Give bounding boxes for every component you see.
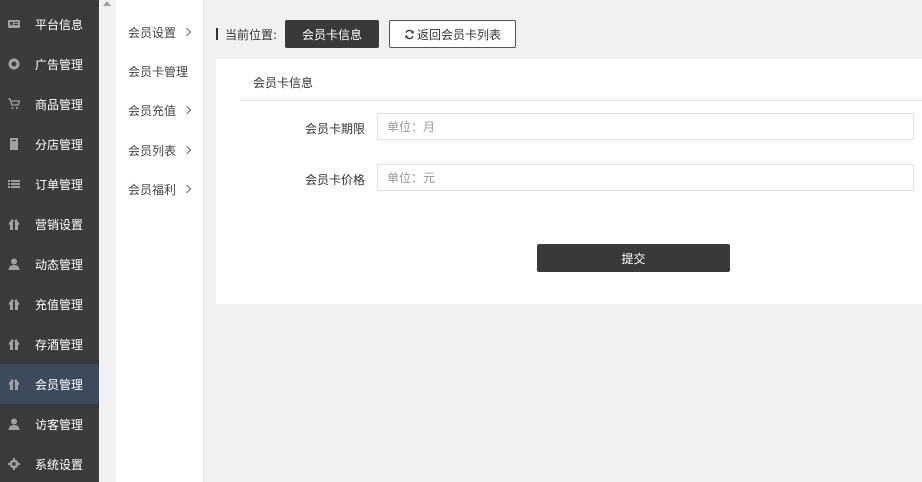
sidebar-item-label: 营销设置: [35, 217, 84, 232]
chevron-right-icon: [182, 27, 192, 37]
submenu-item-label: 会员卡管理: [128, 64, 189, 79]
card-price-label: 会员卡价格: [304, 173, 365, 187]
back-button-label: 返回会员卡列表: [416, 27, 501, 42]
gift-icon: [7, 377, 21, 391]
chevron-right-icon: [182, 105, 192, 115]
sidebar-item-visitors[interactable]: 访客管理: [0, 404, 99, 444]
chevron-right-icon: [182, 145, 192, 155]
submenu-item-member-benefits[interactable]: 会员福利: [128, 179, 202, 199]
cart-icon: [7, 97, 21, 111]
scroll-up-arrow-icon[interactable]: [103, 1, 111, 6]
gift-icon: [7, 217, 21, 231]
submenu-item-member-list[interactable]: 会员列表: [128, 140, 202, 160]
sidebar-item-label: 商品管理: [35, 97, 84, 112]
sidebar-item-label: 分店管理: [35, 137, 84, 152]
sidebar-item-label: 存酒管理: [35, 337, 84, 352]
sidebar-item-recharge[interactable]: 充值管理: [0, 284, 99, 324]
panel-divider: [240, 100, 922, 101]
sidebar-scrollbar[interactable]: [99, 0, 116, 482]
sidebar-item-wine-storage[interactable]: 存酒管理: [0, 324, 99, 364]
card-info-panel: 会员卡信息 会员卡期限 会员卡价格 提交: [216, 59, 922, 304]
card-period-label: 会员卡期限: [304, 122, 365, 136]
submenu-item-label: 会员充值: [128, 103, 177, 118]
sidebar-item-moments[interactable]: 动态管理: [0, 244, 99, 284]
breadcrumb-marker: [216, 28, 218, 40]
gift-icon: [7, 297, 21, 311]
sidebar-item-label: 平台信息: [35, 17, 84, 32]
submit-button[interactable]: 提交: [537, 244, 730, 272]
sidebar-item-ads[interactable]: 广告管理: [0, 44, 99, 84]
refresh-icon: [404, 29, 415, 40]
submenu-item-label: 会员设置: [128, 25, 177, 40]
current-page-button[interactable]: 会员卡信息: [285, 20, 379, 48]
breadcrumb: 当前位置:: [216, 20, 277, 48]
back-to-card-list-button[interactable]: 返回会员卡列表: [389, 20, 516, 48]
sidebar-item-label: 会员管理: [35, 377, 84, 392]
newspaper-icon: [7, 17, 21, 31]
submenu-item-member-settings[interactable]: 会员设置: [128, 22, 202, 42]
sidebar-item-settings[interactable]: 系统设置: [0, 444, 99, 482]
sub-menu: 会员设置 会员卡管理 会员充值 会员列表 会员福利: [116, 0, 204, 482]
sidebar-item-label: 动态管理: [35, 257, 84, 272]
sidebar-item-label: 系统设置: [35, 457, 84, 472]
panel-title: 会员卡信息: [253, 76, 314, 90]
submenu-item-label: 会员福利: [128, 182, 177, 197]
list-icon: [7, 177, 21, 191]
book-icon: [7, 137, 21, 151]
sidebar-item-label: 充值管理: [35, 297, 84, 312]
user-icon: [7, 417, 21, 431]
submenu-item-label: 会员列表: [128, 143, 177, 158]
chevron-right-icon: [182, 184, 192, 194]
main-sidebar: 平台信息 广告管理 商品管理 分店管理 订单管理 营销设置 动态管理 充值管理 …: [0, 0, 99, 482]
gear-icon: [7, 457, 21, 471]
sidebar-item-products[interactable]: 商品管理: [0, 84, 99, 124]
sidebar-item-members[interactable]: 会员管理: [0, 364, 99, 404]
gift-icon: [7, 337, 21, 351]
sidebar-item-label: 订单管理: [35, 177, 84, 192]
card-price-input[interactable]: [377, 164, 914, 191]
sidebar-item-platform-info[interactable]: 平台信息: [0, 4, 99, 44]
submenu-item-card-management[interactable]: 会员卡管理: [128, 61, 202, 81]
submenu-item-member-recharge[interactable]: 会员充值: [128, 100, 202, 120]
sidebar-item-marketing[interactable]: 营销设置: [0, 204, 99, 244]
lifebuoy-icon: [7, 57, 21, 71]
sidebar-item-label: 访客管理: [35, 417, 84, 432]
breadcrumb-label: 当前位置:: [225, 27, 278, 42]
sidebar-item-branches[interactable]: 分店管理: [0, 124, 99, 164]
user-icon: [7, 257, 21, 271]
sidebar-item-label: 广告管理: [35, 57, 84, 72]
sidebar-item-orders[interactable]: 订单管理: [0, 164, 99, 204]
card-period-input[interactable]: [377, 113, 914, 140]
